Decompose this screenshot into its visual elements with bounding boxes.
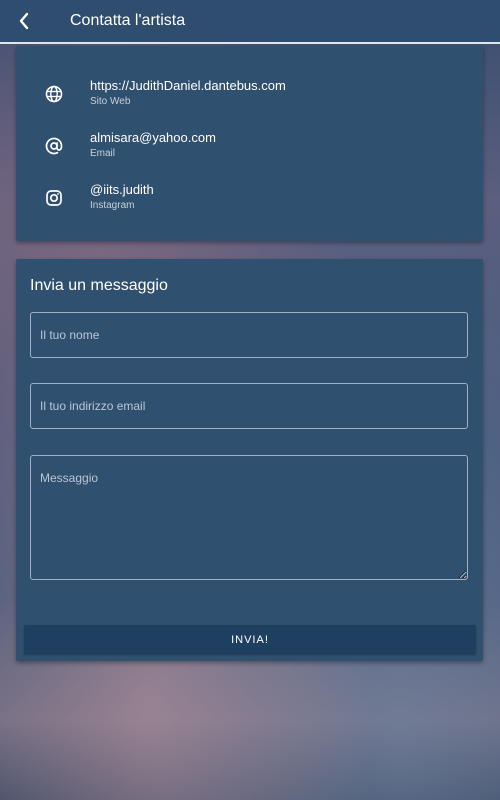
contact-label: Instagram xyxy=(90,200,135,211)
contact-email[interactable]: almisara@yahoo.com Email xyxy=(16,130,483,174)
page-title: Contatta l'artista xyxy=(70,12,186,29)
message-form-title: Invia un messaggio xyxy=(30,277,168,294)
app-bar: Contatta l'artista xyxy=(0,0,500,44)
contacts-card: https://JudithDaniel.dantebus.com Sito W… xyxy=(16,46,483,241)
contact-label: Email xyxy=(90,148,116,159)
contact-value[interactable]: https://JudithDaniel.dantebus.com xyxy=(90,78,286,93)
globe-icon xyxy=(42,82,66,106)
message-card: Invia un messaggio INVIA! xyxy=(16,259,483,661)
message-field[interactable] xyxy=(30,455,468,580)
name-field[interactable] xyxy=(30,312,468,358)
back-button[interactable] xyxy=(0,0,48,43)
send-button[interactable]: INVIA! xyxy=(24,625,476,654)
instagram-icon xyxy=(42,186,66,210)
contact-value[interactable]: almisara@yahoo.com xyxy=(90,130,216,145)
contact-value[interactable]: @iits.judith xyxy=(90,182,154,197)
contact-website[interactable]: https://JudithDaniel.dantebus.com Sito W… xyxy=(16,78,483,122)
email-field[interactable] xyxy=(30,383,468,429)
contact-label: Sito Web xyxy=(90,96,131,107)
at-sign-icon xyxy=(42,134,66,158)
chevron-left-icon xyxy=(19,12,29,30)
contact-instagram[interactable]: @iits.judith Instagram xyxy=(16,182,483,226)
